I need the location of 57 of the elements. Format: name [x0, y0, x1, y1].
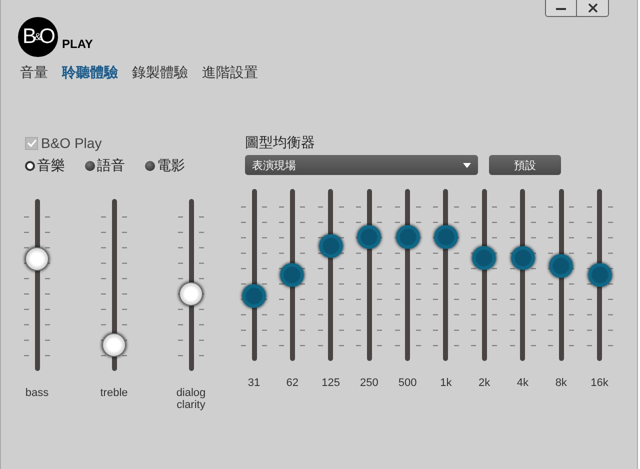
slider-thumb[interactable]: [318, 234, 343, 258]
reset-button[interactable]: 預設: [489, 155, 561, 175]
slider-thumb[interactable]: [588, 263, 612, 287]
slider-label: 31: [246, 377, 262, 389]
radio-button[interactable]: 音樂: [25, 157, 65, 175]
slider-track[interactable]: [586, 189, 613, 361]
slider-track[interactable]: [356, 189, 382, 361]
slider-track[interactable]: [279, 189, 306, 361]
slider-track[interactable]: [394, 189, 421, 361]
slider-label: 2k: [478, 377, 492, 389]
slider-thumb[interactable]: [280, 263, 304, 287]
tab[interactable]: 進階設置: [202, 64, 258, 82]
slider-track[interactable]: [318, 189, 344, 361]
minimize-button[interactable]: [545, 0, 577, 17]
slider-label: 1k: [439, 377, 453, 389]
slider-thumb[interactable]: [242, 284, 266, 308]
tab[interactable]: 錄製體驗: [132, 64, 188, 82]
slider-label: treble: [99, 387, 129, 399]
slider-label: 4k: [516, 377, 530, 389]
tab[interactable]: 聆聽體驗: [62, 64, 118, 82]
slider-track[interactable]: [510, 189, 536, 361]
slider-label: 62: [285, 377, 300, 389]
slider-label: 500: [397, 377, 418, 389]
slider-track[interactable]: [241, 189, 267, 361]
preset-dropdown[interactable]: 表演現場: [245, 155, 478, 175]
caret-icon: [463, 162, 471, 168]
tab[interactable]: 音量: [20, 64, 48, 82]
slider-thumb[interactable]: [549, 254, 574, 278]
slider-thumb[interactable]: [510, 246, 535, 270]
slider-thumb[interactable]: [357, 225, 382, 250]
slider-track[interactable]: [548, 189, 574, 361]
slider-track[interactable]: [432, 189, 459, 361]
slider-track[interactable]: [471, 189, 498, 361]
slider-thumb[interactable]: [472, 246, 496, 270]
radio-button[interactable]: 電影: [145, 157, 185, 175]
slider-thumb[interactable]: [25, 247, 49, 272]
checkbox[interactable]: B&O Play: [25, 134, 245, 152]
section-title: 圖型均衡器: [245, 134, 316, 152]
slider-thumb[interactable]: [434, 225, 458, 250]
slider-thumb[interactable]: [102, 333, 126, 358]
check-icon: [26, 138, 36, 148]
slider-label: bass: [24, 387, 50, 399]
logo: B$^{&}$O: [18, 17, 58, 57]
slider-thumb[interactable]: [179, 282, 203, 306]
slider-label: 8k: [554, 377, 568, 389]
slider-label: dialog clarity: [175, 387, 207, 411]
brand-wordmark: PLAY: [62, 37, 93, 51]
slider-track[interactable]: [101, 199, 127, 371]
slider-track[interactable]: [178, 199, 204, 371]
radio-button[interactable]: 語音: [85, 157, 125, 175]
close-icon: [588, 3, 598, 13]
slider-thumb[interactable]: [396, 225, 420, 250]
slider-label: 16k: [590, 377, 610, 389]
close-button[interactable]: [577, 0, 609, 17]
slider-label: 125: [320, 377, 341, 389]
slider-track[interactable]: [24, 199, 50, 371]
slider-label: 250: [358, 377, 380, 389]
